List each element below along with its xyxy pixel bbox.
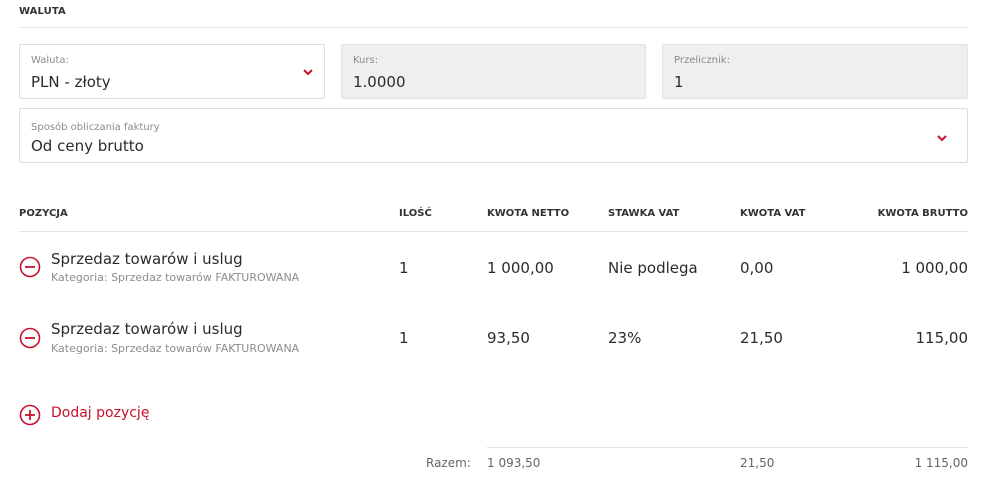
calculation-method-select[interactable]: Sposób obliczania faktury Od ceny brutto xyxy=(19,108,968,163)
item-category: Kategoria: Sprzedaz towarów FAKTUROWANA xyxy=(51,342,300,355)
summary-vat: 21,50 xyxy=(740,456,775,470)
cell-ilosc: 1 xyxy=(399,259,409,277)
calculation-method-value: Od ceny brutto xyxy=(31,137,144,155)
table-header-divider xyxy=(19,231,968,232)
exchange-rate-value: 1.0000 xyxy=(353,73,406,91)
item-title: Sprzedaz towarów i uslug xyxy=(51,250,243,268)
calculation-method-label: Sposób obliczania faktury xyxy=(31,122,160,133)
item-title: Sprzedaz towarów i uslug xyxy=(51,320,243,338)
item-category: Kategoria: Sprzedaz towarów FAKTUROWANA xyxy=(51,271,300,284)
currency-value: PLN - złoty xyxy=(31,73,111,91)
plus-circle-icon[interactable] xyxy=(19,404,41,426)
cell-brutto: 1 000,00 xyxy=(901,259,968,277)
add-position-link[interactable]: Dodaj pozycję xyxy=(51,405,149,421)
cell-stawka: Nie podlega xyxy=(608,259,698,277)
divider xyxy=(19,27,968,28)
chevron-down-icon[interactable] xyxy=(302,68,314,76)
section-title: WALUTA xyxy=(19,6,66,17)
exchange-rate-field: Kurs: 1.0000 xyxy=(341,44,646,99)
currency-label: Waluta: xyxy=(31,55,69,66)
cell-netto: 1 000,00 xyxy=(487,259,554,277)
header-pozycja: POZYCJA xyxy=(19,208,68,219)
summary-label: Razem: xyxy=(426,456,471,470)
cell-netto: 93,50 xyxy=(487,329,530,347)
minus-circle-icon[interactable] xyxy=(19,256,41,278)
summary-netto: 1 093,50 xyxy=(487,456,541,470)
conversion-factor-label: Przelicznik: xyxy=(674,55,730,66)
header-kwota-brutto: KWOTA BRUTTO xyxy=(877,208,968,219)
cell-ilosc: 1 xyxy=(399,329,409,347)
cell-stawka: 23% xyxy=(608,329,642,347)
header-ilosc: ILOŚĆ xyxy=(399,208,432,219)
cell-brutto: 115,00 xyxy=(915,329,969,347)
header-kwota-netto: KWOTA NETTO xyxy=(487,208,570,219)
cell-vat: 0,00 xyxy=(740,259,774,277)
header-kwota-vat: KWOTA VAT xyxy=(740,208,806,219)
chevron-down-icon[interactable] xyxy=(936,134,948,142)
header-stawka-vat: STAWKA VAT xyxy=(608,208,680,219)
exchange-rate-label: Kurs: xyxy=(353,55,379,66)
conversion-factor-field: Przelicznik: 1 xyxy=(662,44,968,99)
currency-select[interactable]: Waluta: PLN - złoty xyxy=(19,44,325,99)
minus-circle-icon[interactable] xyxy=(19,327,41,349)
summary-divider xyxy=(487,447,968,448)
summary-brutto: 1 115,00 xyxy=(914,456,968,470)
cell-vat: 21,50 xyxy=(740,329,783,347)
conversion-factor-value: 1 xyxy=(674,73,684,91)
